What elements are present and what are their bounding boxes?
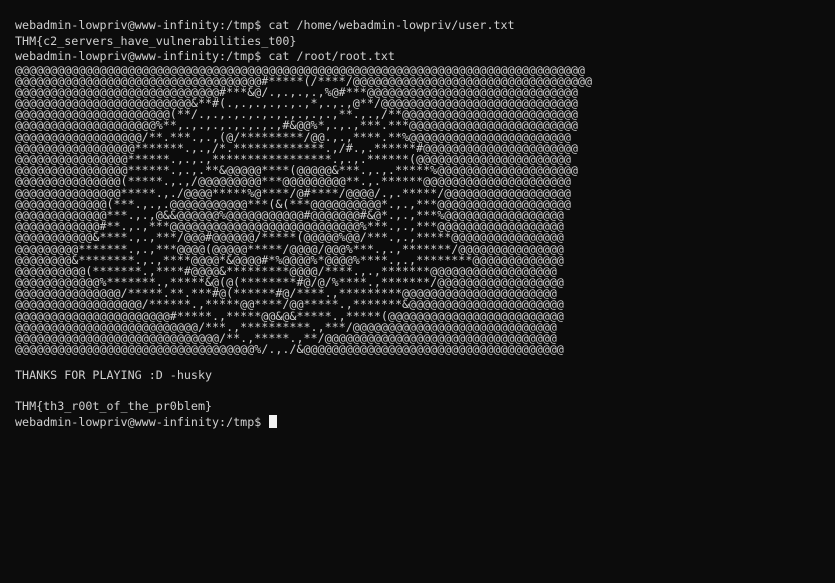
ascii-art-line: @@@@@@@@@@@@@@@@@@@@@@@@@@@@@@@@@@%/.,./… [15, 342, 564, 357]
root-flag-output: THM{th3_r00t_of_the_pr0blem} [15, 399, 213, 414]
prompt-text: webadmin-lowpriv@www-infinity:/tmp$ [15, 414, 269, 429]
active-prompt-line[interactable]: webadmin-lowpriv@www-infinity:/tmp$ [15, 414, 835, 431]
user-flag-output: THM{c2_servers_have_vulnerabilities_t00} [15, 33, 297, 48]
terminal-window[interactable]: webadmin-lowpriv@www-infinity:/tmp$ cat … [0, 0, 835, 583]
block-cursor [269, 414, 278, 428]
ascii-art-block: @@@@@@@@@@@@@@@@@@@@@@@@@@@@@@@@@@@@@@@@… [15, 64, 835, 357]
prompt-command-line: webadmin-lowpriv@www-infinity:/tmp$ cat … [15, 18, 515, 32]
thanks-message: THANKS FOR PLAYING :D -husky [15, 368, 213, 383]
